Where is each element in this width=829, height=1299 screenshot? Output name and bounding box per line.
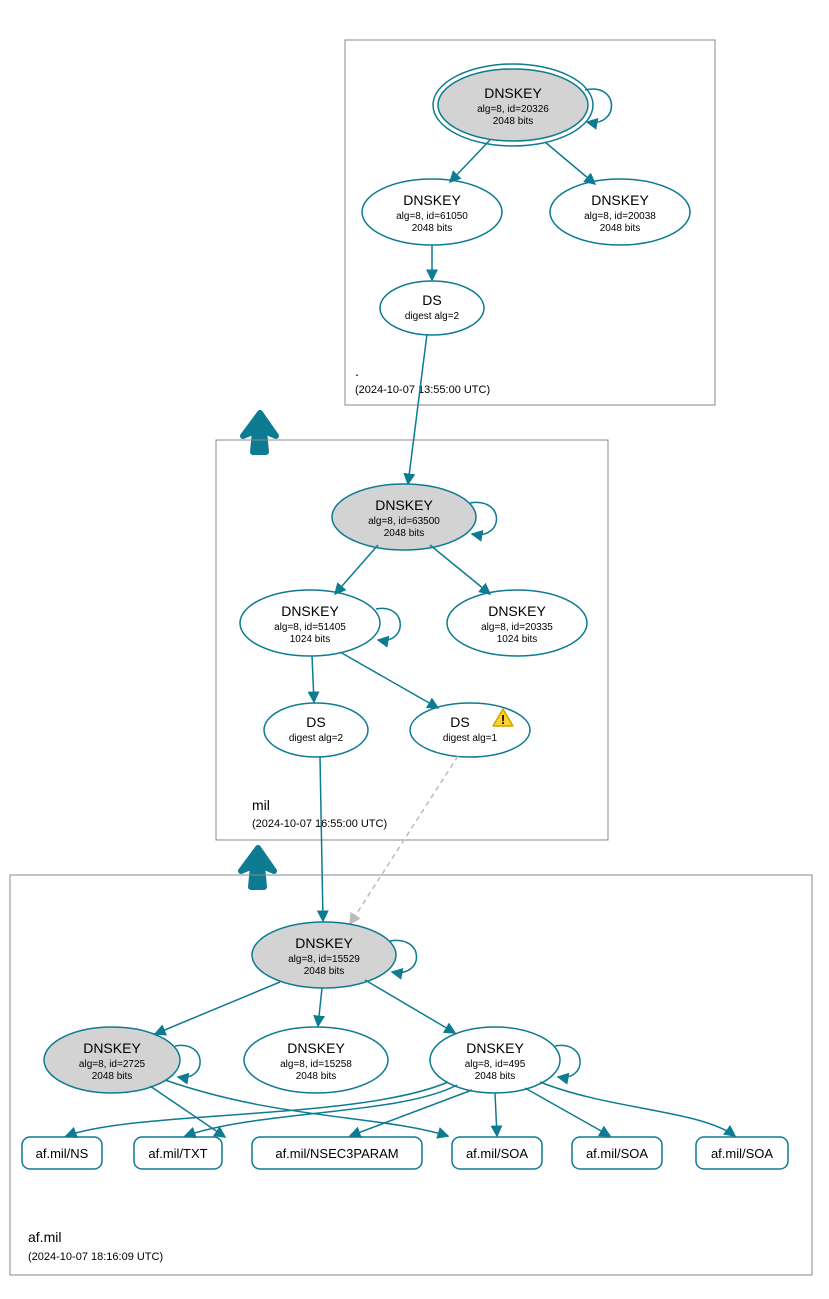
svg-text:af.mil/TXT: af.mil/TXT xyxy=(148,1146,207,1161)
node-rr-soa3: af.mil/SOA xyxy=(696,1137,788,1169)
edge-root-ksk-zsk2 xyxy=(545,142,595,184)
edge-mil-ds1-af-ksk xyxy=(320,757,323,921)
svg-text:digest alg=2: digest alg=2 xyxy=(405,311,460,322)
svg-text:alg=8, id=15258: alg=8, id=15258 xyxy=(280,1059,352,1070)
edge-root-ksk-zsk1 xyxy=(450,140,490,182)
svg-text:2048 bits: 2048 bits xyxy=(493,116,534,127)
svg-text:alg=8, id=51405: alg=8, id=51405 xyxy=(274,622,346,633)
svg-text:DNSKEY: DNSKEY xyxy=(281,603,339,619)
svg-text:DNSKEY: DNSKEY xyxy=(466,1040,524,1056)
svg-text:DNSKEY: DNSKEY xyxy=(484,85,542,101)
edge-zsk3-soa1 xyxy=(495,1093,497,1136)
dnssec-graph: . (2024-10-07 13:55:00 UTC) DNSKEY alg=8… xyxy=(0,0,829,1299)
svg-text:alg=8, id=20038: alg=8, id=20038 xyxy=(584,211,656,222)
edge-af-ksk-zsk2 xyxy=(318,988,322,1026)
svg-text:2048 bits: 2048 bits xyxy=(412,223,453,234)
svg-text:af.mil/SOA: af.mil/SOA xyxy=(466,1146,528,1161)
node-mil-ds1: DS digest alg=2 xyxy=(264,703,368,757)
svg-text:alg=8, id=2725: alg=8, id=2725 xyxy=(79,1059,146,1070)
node-rr-nsec3: af.mil/NSEC3PARAM xyxy=(252,1137,422,1169)
svg-text:alg=8, id=61050: alg=8, id=61050 xyxy=(396,211,468,222)
svg-text:af.mil/SOA: af.mil/SOA xyxy=(586,1146,648,1161)
node-af-zsk2: DNSKEY alg=8, id=15258 2048 bits xyxy=(244,1027,388,1093)
svg-text:DNSKEY: DNSKEY xyxy=(591,192,649,208)
svg-text:DNSKEY: DNSKEY xyxy=(83,1040,141,1056)
zone-mil-date: (2024-10-07 16:55:00 UTC) xyxy=(252,818,387,830)
edge-mil-zsk1-ds1 xyxy=(312,656,314,702)
node-rr-soa1: af.mil/SOA xyxy=(452,1137,542,1169)
node-af-zsk3: DNSKEY alg=8, id=495 2048 bits xyxy=(430,1027,560,1093)
node-root-zsk2: DNSKEY alg=8, id=20038 2048 bits xyxy=(550,179,690,245)
edge-zsk3-soa3 xyxy=(540,1082,735,1136)
svg-text:DS: DS xyxy=(306,714,325,730)
svg-text:1024 bits: 1024 bits xyxy=(290,634,331,645)
edge-af-ksk-zsk3 xyxy=(365,980,455,1033)
edge-zsk1-txt xyxy=(150,1086,225,1137)
svg-text:!: ! xyxy=(501,712,505,727)
zone-mil-label: mil xyxy=(252,797,270,813)
zone-root-date: (2024-10-07 13:55:00 UTC) xyxy=(355,384,490,396)
node-mil-zsk1: DNSKEY alg=8, id=51405 1024 bits xyxy=(240,590,380,656)
edge-mil-zsk1-ds2 xyxy=(340,652,438,708)
svg-text:DS: DS xyxy=(422,292,441,308)
svg-text:2048 bits: 2048 bits xyxy=(296,1071,337,1082)
svg-text:af.mil/NS: af.mil/NS xyxy=(36,1146,89,1161)
zone-arrow-root-mil xyxy=(243,413,276,452)
svg-text:DNSKEY: DNSKEY xyxy=(403,192,461,208)
edge-mil-ksk-zsk1 xyxy=(335,545,378,594)
zone-root-label: . xyxy=(355,363,359,379)
node-rr-soa2: af.mil/SOA xyxy=(572,1137,662,1169)
node-rr-ns: af.mil/NS xyxy=(22,1137,102,1169)
svg-text:2048 bits: 2048 bits xyxy=(475,1071,516,1082)
svg-text:2048 bits: 2048 bits xyxy=(600,223,641,234)
svg-text:digest alg=1: digest alg=1 xyxy=(443,733,498,744)
svg-text:alg=8, id=495: alg=8, id=495 xyxy=(465,1059,526,1070)
svg-text:alg=8, id=20326: alg=8, id=20326 xyxy=(477,104,549,115)
node-rr-txt: af.mil/TXT xyxy=(134,1137,222,1169)
svg-text:DNSKEY: DNSKEY xyxy=(488,603,546,619)
node-af-zsk1: DNSKEY alg=8, id=2725 2048 bits xyxy=(44,1027,180,1093)
node-root-ksk: DNSKEY alg=8, id=20326 2048 bits xyxy=(433,64,593,146)
zone-arrow-mil-afmil xyxy=(241,848,274,887)
edge-af-ksk-zsk1 xyxy=(155,982,280,1034)
node-mil-ds2: DS digest alg=1 ! xyxy=(410,703,530,757)
edge-root-ds-mil-ksk xyxy=(408,334,427,484)
edge-zsk3-nsec3 xyxy=(350,1090,472,1136)
svg-text:2048 bits: 2048 bits xyxy=(304,966,345,977)
svg-text:DNSKEY: DNSKEY xyxy=(287,1040,345,1056)
svg-text:DS: DS xyxy=(450,714,469,730)
svg-text:2048 bits: 2048 bits xyxy=(384,528,425,539)
zone-afmil-date: (2024-10-07 18:16:09 UTC) xyxy=(28,1251,163,1263)
node-mil-ksk: DNSKEY alg=8, id=63500 2048 bits xyxy=(332,484,476,550)
svg-text:af.mil/SOA: af.mil/SOA xyxy=(711,1146,773,1161)
svg-text:alg=8, id=15529: alg=8, id=15529 xyxy=(288,954,360,965)
svg-text:af.mil/NSEC3PARAM: af.mil/NSEC3PARAM xyxy=(275,1146,398,1161)
svg-text:DNSKEY: DNSKEY xyxy=(295,935,353,951)
svg-text:2048 bits: 2048 bits xyxy=(92,1071,133,1082)
node-root-zsk1: DNSKEY alg=8, id=61050 2048 bits xyxy=(362,179,502,245)
edge-mil-ksk-zsk2 xyxy=(430,545,490,594)
svg-text:alg=8, id=63500: alg=8, id=63500 xyxy=(368,516,440,527)
node-root-ds: DS digest alg=2 xyxy=(380,281,484,335)
svg-text:alg=8, id=20335: alg=8, id=20335 xyxy=(481,622,553,633)
svg-text:1024 bits: 1024 bits xyxy=(497,634,538,645)
edge-zsk3-soa2 xyxy=(525,1088,610,1136)
zone-afmil-label: af.mil xyxy=(28,1229,61,1245)
node-af-ksk: DNSKEY alg=8, id=15529 2048 bits xyxy=(252,922,396,988)
svg-text:digest alg=2: digest alg=2 xyxy=(289,733,344,744)
svg-text:DNSKEY: DNSKEY xyxy=(375,497,433,513)
node-mil-zsk2: DNSKEY alg=8, id=20335 1024 bits xyxy=(447,590,587,656)
